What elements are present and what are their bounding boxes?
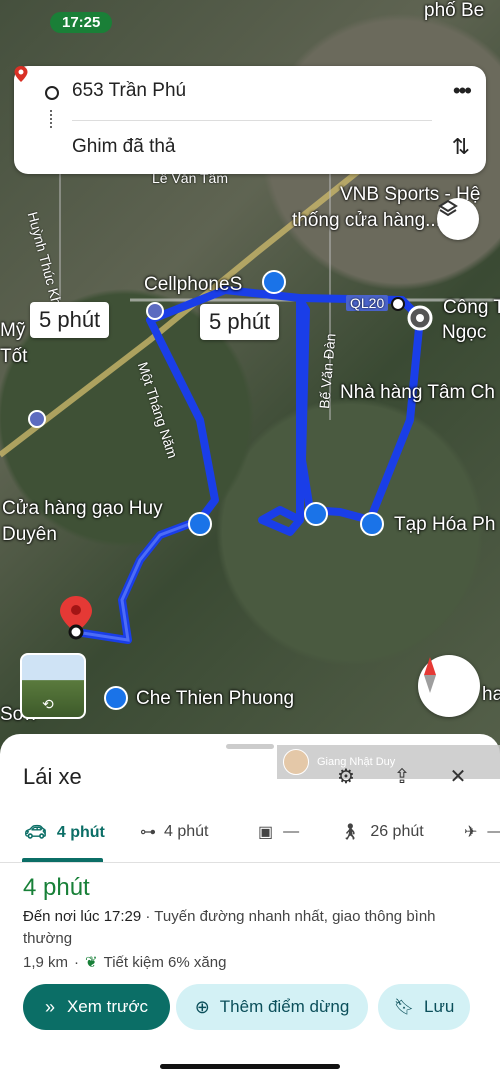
layers-button[interactable] (437, 198, 479, 240)
tab-label: 26 phút (370, 823, 424, 840)
bookmark-icon: 🔖︎ (393, 999, 414, 1016)
add-location-icon: ⊕ (194, 996, 210, 1017)
add-stop-label: Thêm điểm dừng (219, 997, 350, 1016)
tab-label: — (487, 823, 500, 841)
fuel-saving: Tiết kiệm 6% xăng (103, 953, 227, 971)
save-button[interactable]: 🔖︎ Lưu (378, 984, 470, 1030)
separator: · (74, 953, 80, 971)
compass-button[interactable] (418, 655, 480, 717)
origin-circle-icon (45, 86, 59, 100)
mode-title: Lái xe (23, 764, 82, 789)
map-label: phố Be (424, 0, 485, 21)
tab-label: — (283, 823, 300, 840)
shop-poi-icon[interactable] (104, 686, 128, 710)
shop-poi-icon[interactable] (360, 512, 384, 536)
route-number-badge: QL20 (346, 295, 389, 311)
destination-field[interactable]: Ghim đã thả (72, 136, 176, 158)
map-label: Công T (443, 297, 500, 318)
map-label: Tốt (0, 346, 28, 367)
avatar (283, 749, 309, 775)
tab-label: 4 phút (56, 823, 105, 841)
map-label: Tạp Hóa Ph (394, 514, 496, 535)
preview-label: Xem trước (66, 997, 149, 1016)
time-bubble[interactable]: 5 phút (200, 304, 280, 340)
tab-walking[interactable]: 🚶︎ 26 phút (340, 822, 424, 842)
trip-details: 1,9 km · ❦ Tiết kiệm 6% xăng (23, 953, 227, 972)
active-tab-indicator (22, 858, 103, 862)
divider (72, 120, 432, 121)
swap-icon[interactable]: ⇅ (452, 134, 470, 160)
close-icon[interactable]: ✕ (440, 758, 476, 794)
tab-motorbike[interactable]: ⊶ 4 phút (140, 822, 208, 842)
building-poi-icon[interactable] (146, 302, 164, 320)
car-icon: 🚗︎ (24, 822, 47, 842)
map-label: Duyên (2, 524, 57, 545)
route-dots-icon (50, 110, 54, 128)
bus-stop-icon[interactable] (28, 410, 46, 428)
route-card: 653 Trần Phú Ghim đã thả ••• ⇅ (14, 66, 486, 174)
origin-field[interactable]: 653 Trần Phú (72, 80, 186, 102)
street-view-thumbnail[interactable]: ⟲ (20, 653, 86, 719)
travel-mode-tabs: 🚗︎ 4 phút ⊶ 4 phút ▣ — 🚶︎ 26 phút ✈ — (0, 814, 500, 863)
trip-summary: Đến nơi lúc 17:29 · Tuyến đường nhanh nh… (23, 906, 483, 950)
origin-marker-icon (391, 297, 433, 331)
map-label: ha (482, 684, 500, 705)
share-icon[interactable]: ⇪ (384, 758, 420, 794)
transit-icon: ▣ (258, 824, 274, 841)
tab-driving[interactable]: 🚗︎ 4 phút (24, 822, 105, 843)
motorbike-icon: ⊶ (140, 824, 156, 841)
map-label: Ngọc (442, 322, 487, 343)
poi-label-cellphones[interactable]: CellphoneS (144, 274, 242, 296)
map-label: Mỹ (0, 320, 26, 341)
tab-label: 4 phút (164, 823, 209, 840)
street-view-icon: ⟲ (42, 696, 54, 712)
directions-sheet: Giang Nhật Duy Lái xe ⚙ ⇪ ✕ 🚗︎ 4 phút ⊶ … (0, 734, 500, 1080)
map-label: Nhà hàng Tâm Ch (340, 382, 495, 403)
more-options-icon[interactable]: ••• (453, 78, 472, 104)
map-label: Che Thien Phuong (136, 688, 295, 709)
tab-transit[interactable]: ▣ — (258, 822, 299, 842)
trip-duration: 4 phút (23, 874, 90, 901)
distance: 1,9 km (23, 953, 69, 971)
leaf-icon: ❦ (85, 954, 98, 971)
location-pin-icon (14, 66, 28, 82)
status-time: 17:25 (50, 12, 113, 33)
map-view[interactable]: 17:25 phố Be Lê Văn Tâm VNB Sports - Hệ … (0, 0, 500, 760)
walk-icon: 🚶︎ (340, 824, 361, 841)
tab-flight[interactable]: ✈ — (464, 822, 500, 842)
shop-poi-icon[interactable] (304, 502, 328, 526)
double-chevron-icon: » (44, 996, 55, 1017)
save-label: Lưu (424, 997, 455, 1016)
arrival-time: Đến nơi lúc 17:29 (23, 908, 142, 925)
shop-poi-icon[interactable] (262, 270, 286, 294)
flight-icon: ✈ (464, 824, 478, 841)
time-bubble[interactable]: 5 phút (30, 302, 110, 338)
route-options-icon[interactable]: ⚙ (328, 758, 364, 794)
add-stop-button[interactable]: ⊕ Thêm điểm dừng (176, 984, 368, 1030)
drag-handle[interactable] (226, 744, 274, 749)
home-indicator (160, 1064, 340, 1069)
map-label: thống cửa hàng... (292, 210, 441, 231)
map-label: Cửa hàng gạo Huy (2, 498, 163, 519)
layers-icon (438, 199, 458, 217)
preview-button[interactable]: » Xem trước (23, 984, 170, 1030)
shop-poi-icon[interactable] (188, 512, 212, 536)
compass-icon (424, 657, 436, 693)
